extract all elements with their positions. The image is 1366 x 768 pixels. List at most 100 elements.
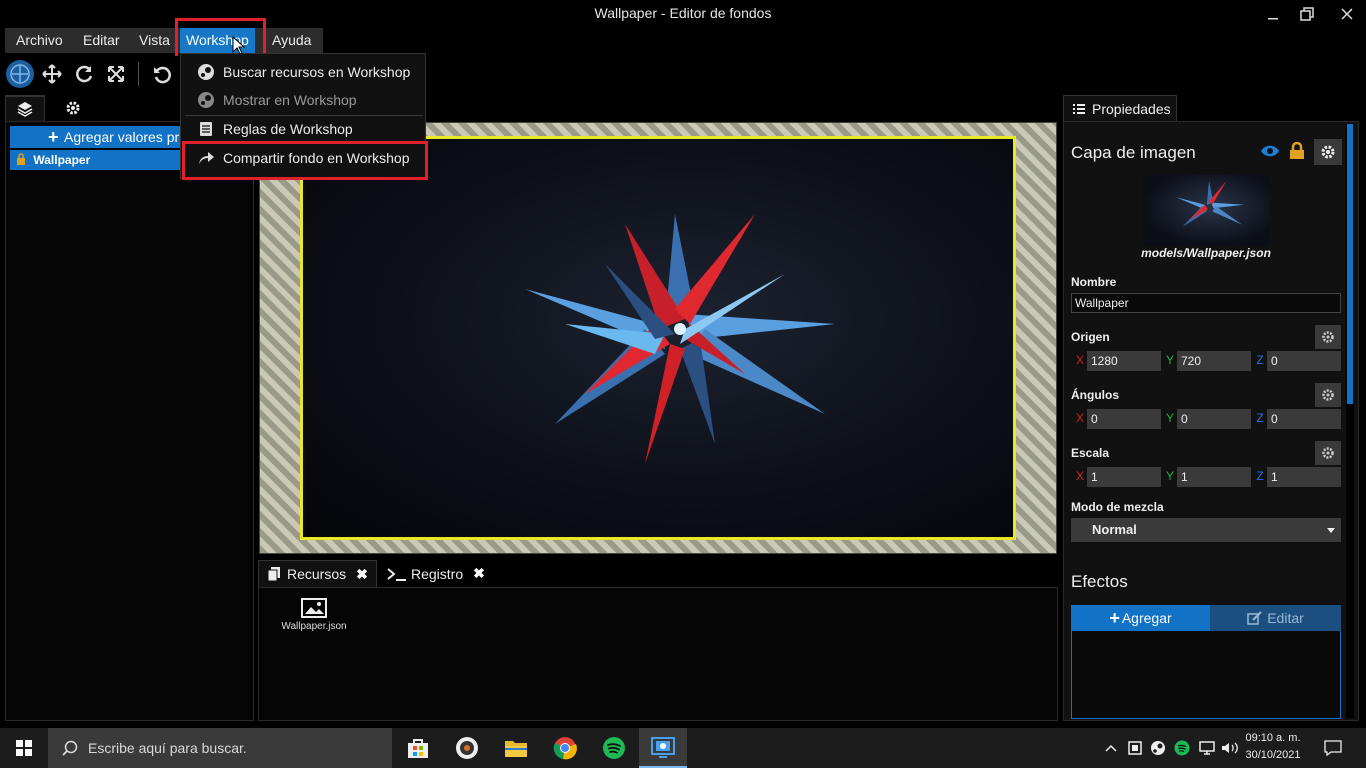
wallpaper-artwork [525,214,835,464]
add-effect-label: Agregar [1121,610,1172,626]
close-button[interactable] [1330,2,1364,26]
layer-item-wallpaper[interactable]: Wallpaper [10,150,180,170]
layers-icon [17,102,33,117]
wallpaper-preview[interactable] [300,136,1016,540]
image-icon [301,598,327,618]
angles-fields: X Y Z [1071,409,1341,429]
move-tool-button[interactable] [38,60,66,88]
scale-settings-button[interactable] [1315,441,1341,465]
axis-y-label: Y [1165,353,1174,367]
volume-icon[interactable] [1221,738,1239,758]
disc-icon [456,737,478,759]
file-explorer-app[interactable] [492,728,540,768]
name-input[interactable] [1071,293,1341,313]
scale-fields: X Y Z [1071,467,1341,487]
maximize-button[interactable] [1290,2,1324,26]
menu-vista[interactable]: Vista [133,28,176,53]
select-tool-button[interactable] [6,60,34,88]
asset-item[interactable]: Wallpaper.json [278,598,350,632]
menu-item-search-workshop[interactable]: Buscar recursos en Workshop [181,58,425,86]
add-preset-button[interactable]: + Agregar valores pr [10,126,180,148]
rotate-tool-button[interactable] [70,60,98,88]
minimize-button[interactable] [1256,2,1290,26]
network-icon[interactable] [1198,738,1216,758]
wallpaper-engine-app[interactable] [639,728,687,768]
document-icon [197,120,215,138]
scale-z-input[interactable] [1267,467,1341,487]
tab-recursos[interactable]: Recursos ✖ [258,560,377,587]
blend-mode-select[interactable]: Normal [1071,518,1341,542]
restore-icon [1300,7,1314,21]
origin-z-input[interactable] [1267,351,1341,371]
taskbar-search[interactable]: Escribe aquí para buscar. [48,728,392,768]
blend-mode-label: Modo de mezcla [1071,500,1164,514]
angles-x-input[interactable] [1087,409,1161,429]
store-icon [408,739,428,758]
angles-z-input[interactable] [1267,409,1341,429]
gear-icon [1321,145,1335,159]
tab-label: Recursos [287,566,347,582]
window-title: Wallpaper - Editor de fondos [594,5,772,21]
add-effect-button[interactable]: + Agregar [1071,605,1210,631]
taskbar-clock[interactable]: 09:10 a. m. 30/10/2021 [1240,730,1306,764]
menu-item-show-in-workshop[interactable]: Mostrar en Workshop [181,86,425,114]
undo-button[interactable] [148,60,176,88]
menu-ayuda[interactable]: Ayuda [266,28,317,53]
start-button[interactable] [0,728,48,768]
tab-registro[interactable]: Registro ✖ [379,560,493,587]
layers-panel [5,121,254,721]
layer-label: Wallpaper [33,153,91,167]
move-arrows-icon [42,64,62,84]
scale-y-input[interactable] [1177,467,1251,487]
angles-y-input[interactable] [1177,409,1251,429]
close-icon [1341,8,1353,20]
tab-layers[interactable] [5,95,45,121]
tray-app-icon[interactable] [1126,738,1144,758]
bottom-tabs: Recursos ✖ Registro ✖ [258,560,1058,587]
layer-type-title: Capa de imagen [1071,143,1196,162]
scale-x-input[interactable] [1087,467,1161,487]
scrollbar-thumb[interactable] [1347,124,1353,404]
eye-icon[interactable] [1260,144,1280,158]
origin-settings-button[interactable] [1315,325,1341,349]
edit-effect-button[interactable]: Editar [1210,605,1341,631]
origin-x-input[interactable] [1087,351,1161,371]
lock-icon[interactable] [1289,142,1305,160]
show-hidden-icons-chevron-up-icon[interactable] [1102,738,1120,758]
chrome-app[interactable] [541,728,589,768]
edit-effect-label: Editar [1267,610,1304,626]
steam-tray-icon[interactable] [1149,738,1167,758]
menu-item-share-wallpaper[interactable]: Compartir fondo en Workshop [181,144,425,172]
menu-archivo[interactable]: Archivo [10,28,69,53]
menu-item-workshop-rules[interactable]: Reglas de Workshop [181,115,425,143]
axis-x-label: X [1075,469,1084,483]
spotify-icon [603,737,625,759]
toolbar-divider [138,62,139,86]
menu-editar[interactable]: Editar [77,28,126,53]
layer-settings-button[interactable] [1314,139,1342,165]
axis-x-label: X [1075,411,1084,425]
close-tab-icon[interactable]: ✖ [356,566,368,583]
spotify-app[interactable] [590,728,638,768]
close-tab-icon[interactable]: ✖ [473,565,485,582]
tab-properties[interactable]: Propiedades [1063,95,1177,121]
search-icon [62,740,78,756]
axis-z-label: Z [1256,353,1264,367]
notifications-icon[interactable] [1323,738,1343,758]
effects-list[interactable] [1071,631,1341,719]
gear-icon [66,101,80,115]
terminal-icon [387,567,406,581]
crosshair-move-icon [10,64,30,84]
origin-fields: X Y Z [1071,351,1341,371]
store-app[interactable] [394,728,442,768]
axis-x-label: X [1075,353,1084,367]
media-player-app[interactable] [443,728,491,768]
layer-thumbnail[interactable] [1143,175,1269,246]
scale-tool-button[interactable] [102,60,130,88]
origin-y-input[interactable] [1177,351,1251,371]
angles-settings-button[interactable] [1315,383,1341,407]
spotify-tray-icon[interactable] [1173,738,1191,758]
tab-scene-settings[interactable] [53,95,93,121]
steam-icon [197,91,215,109]
plus-icon: + [1109,607,1120,628]
